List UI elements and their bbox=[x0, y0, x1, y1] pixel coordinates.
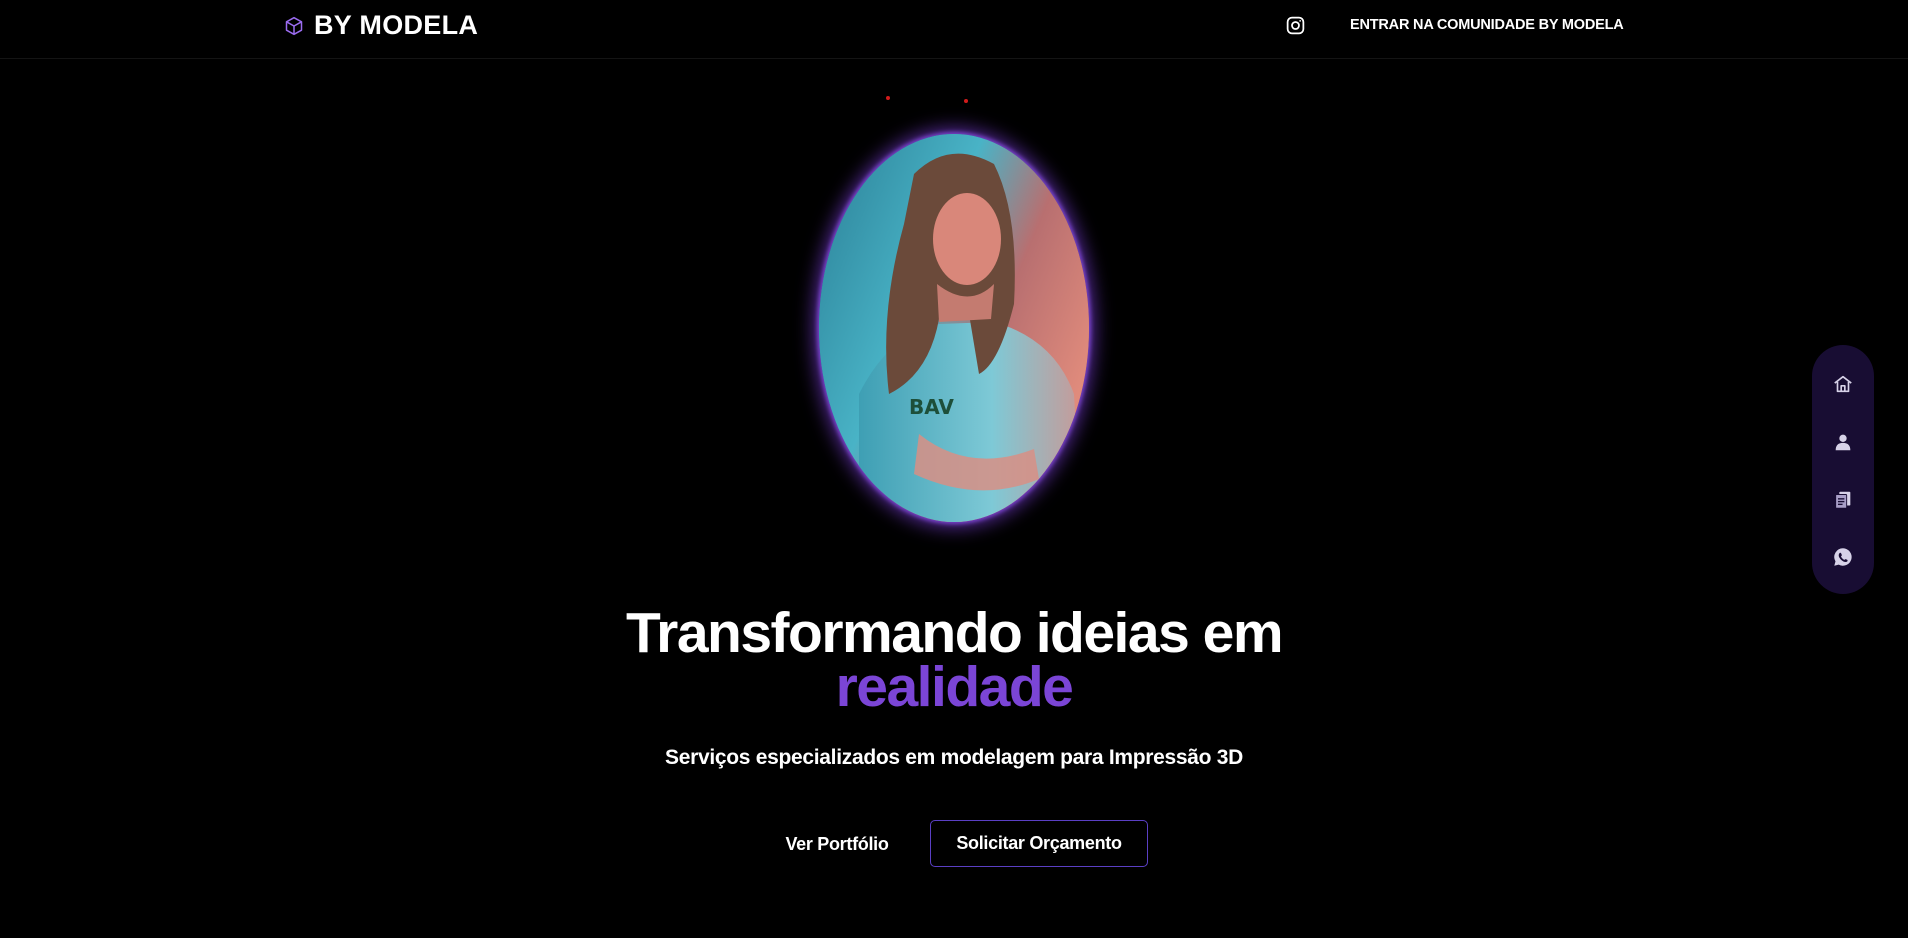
brand-name: BY MODELA bbox=[314, 10, 479, 40]
brand-logo[interactable]: BY MODELA bbox=[284, 10, 478, 41]
side-nav-documents[interactable] bbox=[1830, 487, 1856, 513]
svg-text:BAV: BAV bbox=[909, 395, 954, 419]
portrait-photo: BAV bbox=[819, 134, 1089, 522]
documents-icon bbox=[1835, 491, 1851, 509]
hero-title-accent: realidade bbox=[835, 655, 1074, 719]
side-nav-home[interactable] bbox=[1830, 371, 1856, 397]
hero-title: Transformando ideias em realidade bbox=[0, 605, 1908, 716]
whatsapp-icon bbox=[1834, 548, 1852, 566]
community-link[interactable]: ENTRAR NA COMUNIDADE BY MODELA bbox=[1350, 17, 1624, 33]
portfolio-button[interactable]: Ver Portfólio bbox=[770, 820, 904, 868]
top-navbar: BY MODELA ENTRAR NA COMUNIDADE BY MODELA bbox=[0, 0, 1908, 59]
quote-button[interactable]: Solicitar Orçamento bbox=[930, 820, 1148, 867]
side-nav-profile[interactable] bbox=[1830, 429, 1856, 455]
user-icon bbox=[1835, 434, 1851, 451]
decorative-dot bbox=[964, 99, 968, 103]
home-icon bbox=[1834, 375, 1852, 393]
cube-icon bbox=[285, 16, 303, 35]
instagram-icon[interactable] bbox=[1285, 15, 1306, 36]
hero-subtitle: Serviços especializados em modelagem par… bbox=[665, 746, 1243, 769]
side-nav-whatsapp[interactable] bbox=[1830, 544, 1856, 570]
side-nav bbox=[1812, 345, 1874, 594]
decorative-dot bbox=[886, 96, 890, 100]
